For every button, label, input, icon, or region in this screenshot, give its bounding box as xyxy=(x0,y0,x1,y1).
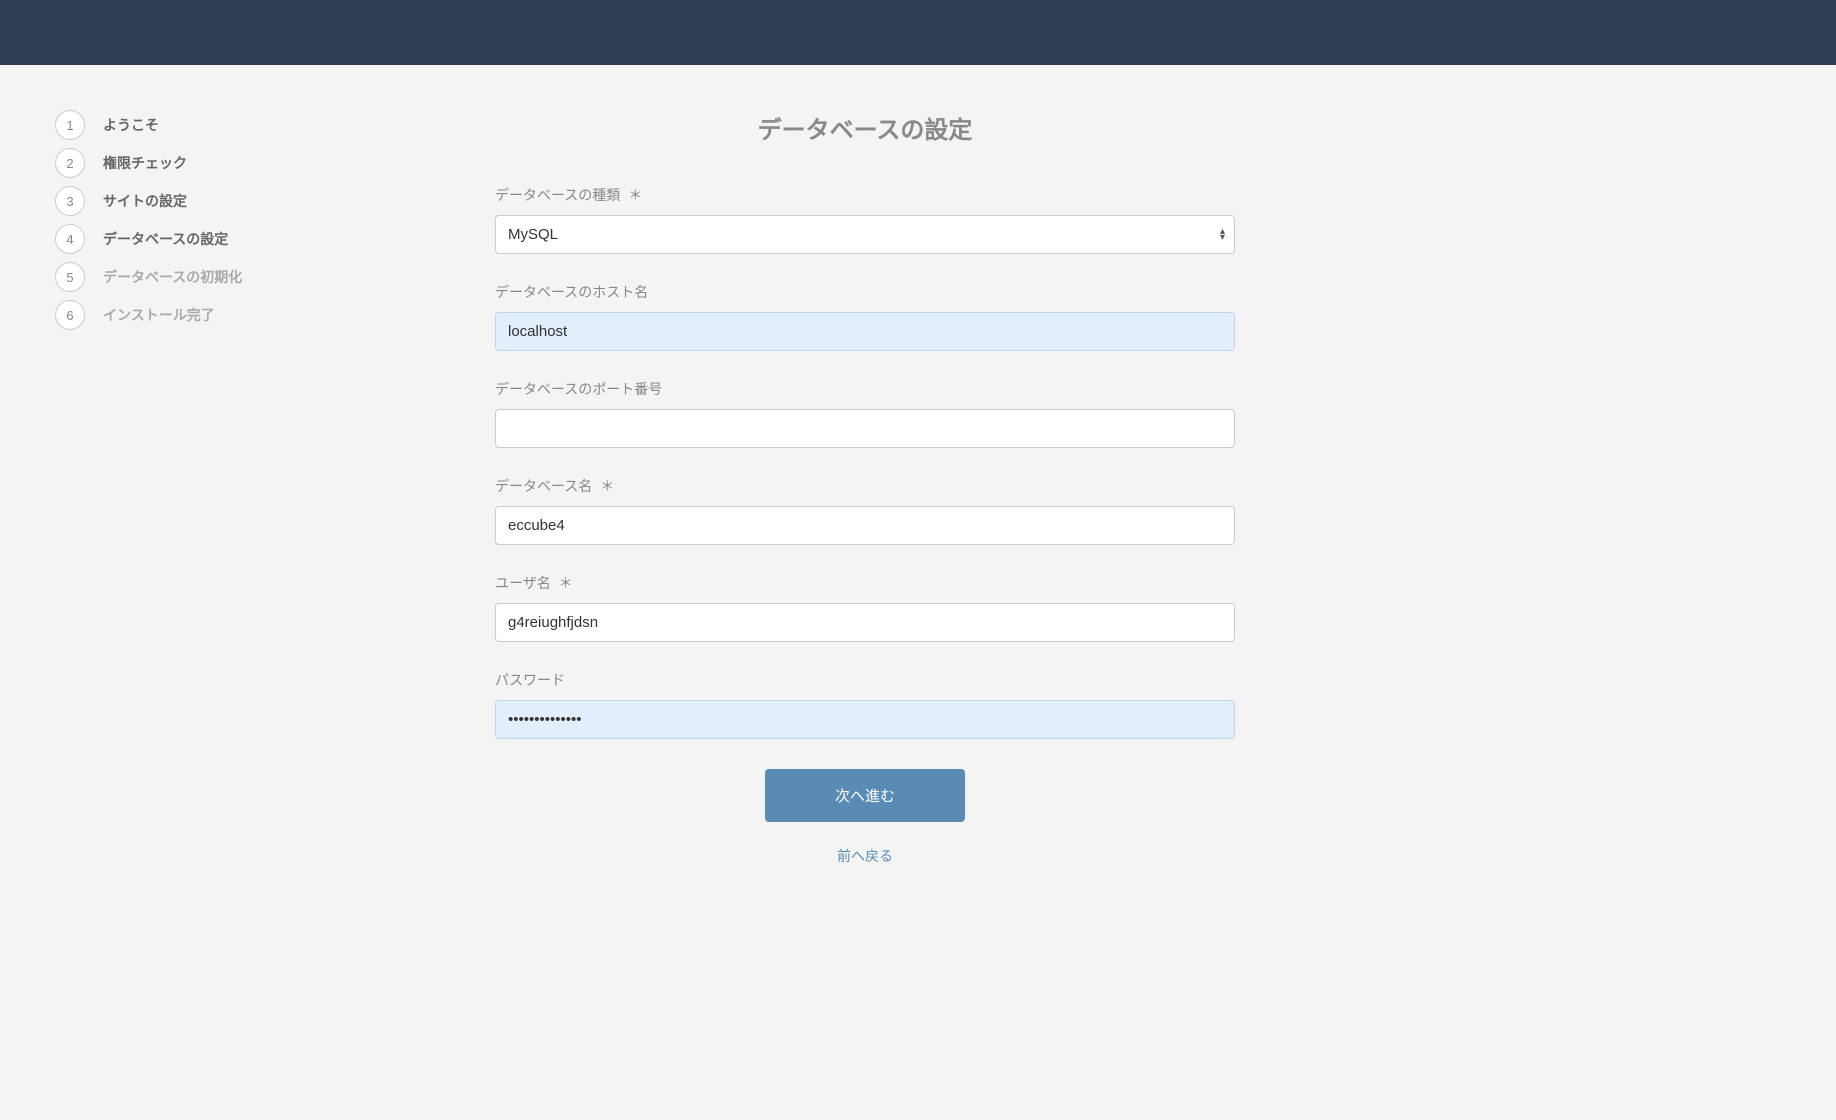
required-mark: ＊ xyxy=(559,575,573,591)
form-group-database-type: データベースの種類 ＊ MySQL ▴▾ xyxy=(495,185,1235,254)
database-port-label: データベースのポート番号 xyxy=(495,379,1235,399)
label-text: データベース名 xyxy=(495,478,592,494)
step-item-welcome: 1 ようこそ xyxy=(55,110,455,140)
step-number: 6 xyxy=(55,300,85,330)
database-type-label: データベースの種類 ＊ xyxy=(495,185,1235,205)
password-label: パスワード xyxy=(495,670,1235,690)
password-input[interactable] xyxy=(495,700,1235,739)
label-text: データベースの種類 xyxy=(495,187,620,203)
step-item-database-settings: 4 データベースの設定 xyxy=(55,224,455,254)
database-port-input[interactable] xyxy=(495,409,1235,448)
main-container: 1 ようこそ 2 権限チェック 3 サイトの設定 4 データベースの設定 5 デ… xyxy=(0,65,1836,911)
header-bar xyxy=(0,0,1836,65)
select-wrapper: MySQL ▴▾ xyxy=(495,215,1235,254)
database-name-label: データベース名 ＊ xyxy=(495,476,1235,496)
step-label: データベースの初期化 xyxy=(103,267,242,287)
back-link[interactable]: 前へ戻る xyxy=(837,846,893,866)
button-area: 次へ進む 前へ戻る xyxy=(495,769,1235,866)
step-label: ようこそ xyxy=(103,115,159,135)
step-item-database-init: 5 データベースの初期化 xyxy=(55,262,455,292)
form-group-database-port: データベースのポート番号 xyxy=(495,379,1235,448)
required-mark: ＊ xyxy=(628,187,642,203)
form-group-username: ユーザ名 ＊ xyxy=(495,573,1235,642)
step-label: データベースの設定 xyxy=(103,229,228,249)
form-group-database-name: データベース名 ＊ xyxy=(495,476,1235,545)
username-input[interactable] xyxy=(495,603,1235,642)
step-sidebar: 1 ようこそ 2 権限チェック 3 サイトの設定 4 データベースの設定 5 デ… xyxy=(55,110,455,866)
step-item-site-settings: 3 サイトの設定 xyxy=(55,186,455,216)
database-type-select[interactable]: MySQL xyxy=(495,215,1235,254)
step-item-permission: 2 権限チェック xyxy=(55,148,455,178)
step-label: 権限チェック xyxy=(103,153,187,173)
required-mark: ＊ xyxy=(600,478,614,494)
step-list: 1 ようこそ 2 権限チェック 3 サイトの設定 4 データベースの設定 5 デ… xyxy=(55,110,455,330)
label-text: ユーザ名 xyxy=(495,575,551,591)
step-number: 1 xyxy=(55,110,85,140)
next-button[interactable]: 次へ進む xyxy=(765,769,965,822)
main-content: データベースの設定 データベースの種類 ＊ MySQL ▴▾ データベースのホス… xyxy=(495,110,1235,866)
step-label: サイトの設定 xyxy=(103,191,187,211)
step-label: インストール完了 xyxy=(103,305,215,325)
form-group-password: パスワード xyxy=(495,670,1235,739)
step-number: 2 xyxy=(55,148,85,178)
page-title: データベースの設定 xyxy=(495,110,1235,145)
username-label: ユーザ名 ＊ xyxy=(495,573,1235,593)
database-host-label: データベースのホスト名 xyxy=(495,282,1235,302)
step-number: 4 xyxy=(55,224,85,254)
step-number: 3 xyxy=(55,186,85,216)
form-group-database-host: データベースのホスト名 xyxy=(495,282,1235,351)
step-item-install-complete: 6 インストール完了 xyxy=(55,300,455,330)
database-name-input[interactable] xyxy=(495,506,1235,545)
step-number: 5 xyxy=(55,262,85,292)
database-host-input[interactable] xyxy=(495,312,1235,351)
